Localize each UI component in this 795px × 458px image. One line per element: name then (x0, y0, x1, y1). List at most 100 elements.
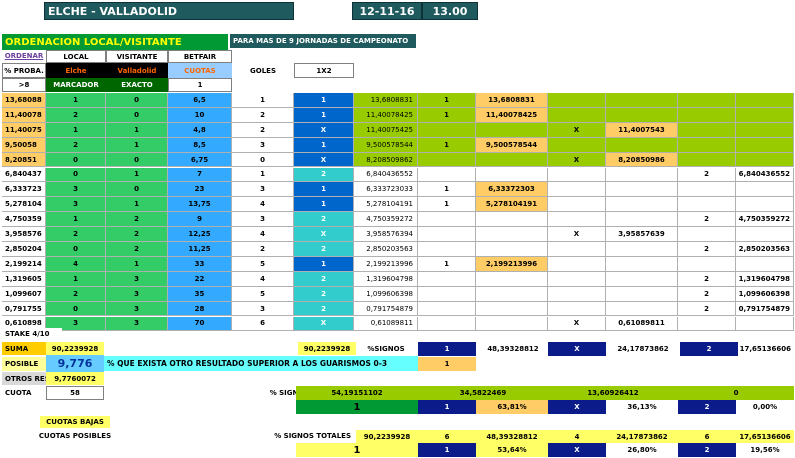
cell-l: 3 (46, 182, 106, 198)
cell-c1 (418, 152, 476, 168)
cell-l: 1 (46, 271, 106, 287)
match-title: ELCHE - VALLADOLID (44, 2, 294, 20)
cell-c1 (418, 212, 476, 228)
cell-full: 11,40075425 (354, 122, 418, 138)
tpct-x: X (548, 443, 606, 457)
cell-c1v: 5,278104191 (476, 197, 548, 213)
tpct-x-value: 26,80% (606, 443, 678, 457)
posible-value: 9,776 (46, 355, 104, 372)
cell-v: 0 (106, 152, 168, 168)
cell-c2: 2 (678, 212, 736, 228)
exacto-label: EXACTO (106, 78, 168, 92)
cell-cxv (606, 256, 678, 272)
cell-prob: 4,750359 (2, 212, 46, 228)
pct-x: X (548, 400, 606, 414)
cell-c1v: 2,199213996 (476, 256, 548, 272)
team-valladolid: Valladolid (106, 63, 168, 78)
cell-c2v (736, 316, 794, 332)
cell-c1v (476, 242, 548, 257)
suma-label: SUMA (2, 342, 46, 355)
cell-cx (548, 256, 606, 272)
cell-c1 (418, 316, 476, 332)
elegidos-value: 54,19151102 (296, 386, 418, 400)
cell-c2v (736, 256, 794, 272)
totales-2-value: 17,65136606 (736, 430, 794, 443)
cell-c2v (736, 107, 794, 123)
cell-full: 2,850203563 (354, 242, 418, 257)
cell-l: 3 (46, 197, 106, 213)
cell-cx (548, 286, 606, 302)
cell-c1 (418, 227, 476, 242)
cell-c2 (678, 256, 736, 272)
cell-full: 9,500578544 (354, 137, 418, 153)
cell-sign: 1 (294, 256, 354, 272)
cell-prob: 2,199214 (2, 256, 46, 272)
signos-1: 1 (418, 342, 476, 356)
cell-c2 (678, 93, 736, 108)
cell-prob: 11,40075 (2, 122, 46, 138)
ordenar-button[interactable]: ORDENAR (2, 50, 46, 62)
subtitle: PARA MAS DE 9 JORNADAS DE CAMPEONATO (230, 34, 416, 48)
cell-full: 6,840436552 (354, 167, 418, 183)
cell-full: 0,61089811 (354, 316, 418, 332)
cell-cxv: 0,61089811 (606, 316, 678, 332)
cell-sign: 2 (294, 286, 354, 302)
cell-cx (548, 137, 606, 153)
cell-c1 (418, 286, 476, 302)
cell-sign: 1 (294, 93, 354, 108)
gt8-label: >8 (2, 78, 46, 92)
cell-cuota: 9 (168, 212, 232, 228)
cell-c1v: 9,500578544 (476, 137, 548, 153)
pct-2-value: 0,00% (736, 400, 794, 414)
cell-l: 2 (46, 107, 106, 123)
cell-full: 13,6808831 (354, 93, 418, 108)
cell-cuota: 33 (168, 256, 232, 272)
cell-c2v: 4,750359272 (736, 212, 794, 228)
totales-1-value: 48,39328812 (476, 430, 548, 443)
cell-cxv (606, 167, 678, 183)
cuotas-bajas: CUOTAS BAJAS (40, 416, 110, 428)
cell-cuota: 6,75 (168, 152, 232, 168)
elegidos-zero: 0 (678, 386, 794, 400)
signos-x-value: 24,17873862 (617, 345, 669, 353)
cell-v: 1 (106, 197, 168, 213)
cell-cuota: 70 (168, 316, 232, 332)
cell-c1: 1 (418, 197, 476, 213)
cell-sign: 2 (294, 242, 354, 257)
cell-c2v (736, 182, 794, 198)
cell-cx: X (548, 227, 606, 242)
cell-full: 2,199213996 (354, 256, 418, 272)
cell-c2: 2 (678, 167, 736, 183)
cell-cx (548, 271, 606, 287)
cell-cuota: 35 (168, 286, 232, 302)
cuota-label: CUOTA (5, 389, 32, 397)
cell-c1v (476, 271, 548, 287)
cell-goles: 4 (232, 271, 294, 287)
otros-value: 9,7760072 (46, 372, 104, 385)
cell-sign: 2 (294, 167, 354, 183)
cell-c2: 2 (678, 301, 736, 317)
cell-c1 (418, 271, 476, 287)
cell-c2v (736, 227, 794, 242)
cell-goles: 2 (232, 107, 294, 123)
cell-cx (548, 182, 606, 198)
cell-full: 6,333723033 (354, 182, 418, 198)
cell-goles: 6 (232, 316, 294, 332)
cell-prob: 1,099607 (2, 286, 46, 302)
cell-cx (548, 107, 606, 123)
cell-v: 1 (106, 256, 168, 272)
cell-v: 3 (106, 316, 168, 332)
cell-l: 2 (46, 286, 106, 302)
cell-sign: 2 (294, 212, 354, 228)
cell-prob: 6,840437 (2, 167, 46, 183)
cell-l: 2 (46, 137, 106, 153)
tpct-1-value: 53,64% (476, 443, 548, 457)
cell-prob: 9,50058 (2, 137, 46, 153)
cell-cxv (606, 107, 678, 123)
cell-v: 0 (106, 93, 168, 108)
cell-c1v (476, 212, 548, 228)
col-goles: GOLES (232, 63, 294, 78)
cell-goles: 2 (232, 122, 294, 138)
cell-cx (548, 93, 606, 108)
cell-cx: X (548, 152, 606, 168)
